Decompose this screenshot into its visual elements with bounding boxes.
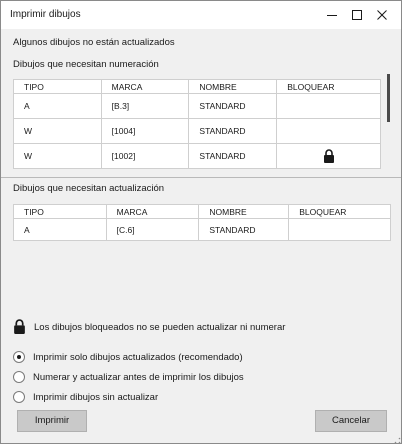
locked-note-text: Los dibujos bloqueados no se pueden actu…: [34, 322, 286, 333]
table-header-row: TIPO MARCA NOMBRE BLOQUEAR: [13, 204, 391, 219]
column-header-nombre[interactable]: NOMBRE: [198, 204, 290, 219]
radio-button[interactable]: [13, 391, 25, 403]
column-header-tipo[interactable]: TIPO: [13, 79, 102, 94]
cell-marca: [1002]: [100, 143, 190, 169]
lock-icon: [323, 149, 334, 163]
cell-nombre: STANDARD: [198, 218, 290, 241]
column-header-marca[interactable]: MARCA: [100, 79, 190, 94]
cell-nombre: STANDARD: [188, 143, 278, 169]
maximize-button[interactable]: [347, 5, 367, 25]
cell-bloquear[interactable]: [276, 143, 381, 169]
numbering-panel: Algunos dibujos no están actualizados Di…: [1, 29, 401, 177]
table-row[interactable]: A [C.6] STANDARD: [13, 218, 391, 241]
outdated-message: Algunos dibujos no están actualizados: [13, 37, 175, 48]
cell-tipo: W: [13, 143, 102, 169]
cell-bloquear[interactable]: [288, 218, 391, 241]
maximize-icon: [352, 10, 362, 20]
updating-section-label: Dibujos que necesitan actualización: [13, 183, 165, 194]
resize-grip-icon[interactable]: [393, 436, 401, 444]
cell-tipo: W: [13, 118, 102, 144]
cell-bloquear[interactable]: [276, 118, 381, 144]
lock-icon: [14, 319, 25, 334]
cell-marca: [1004]: [100, 118, 190, 144]
cell-marca: [B.3]: [100, 93, 190, 119]
numbering-section-label: Dibujos que necesitan numeración: [13, 59, 159, 70]
title-bar[interactable]: Imprimir dibujos: [1, 1, 401, 29]
print-drawings-dialog: Imprimir dibujos Algunos dibujos no está…: [0, 0, 402, 444]
radio-button[interactable]: [13, 351, 25, 363]
scrollbar-thumb[interactable]: [387, 74, 390, 122]
cell-nombre: STANDARD: [188, 93, 278, 119]
minimize-button[interactable]: [322, 5, 342, 25]
column-header-nombre[interactable]: NOMBRE: [188, 79, 278, 94]
close-button[interactable]: [372, 5, 392, 25]
table-row[interactable]: W [1004] STANDARD: [13, 118, 381, 144]
option-label[interactable]: Imprimir dibujos sin actualizar: [33, 392, 158, 403]
column-header-bloquear[interactable]: BLOQUEAR: [288, 204, 391, 219]
close-icon: [377, 10, 387, 20]
column-header-tipo[interactable]: TIPO: [13, 204, 107, 219]
updating-panel: Dibujos que necesitan actualización TIPO…: [1, 177, 401, 444]
cell-bloquear[interactable]: [276, 93, 381, 119]
print-button[interactable]: Imprimir: [17, 410, 87, 432]
option-label[interactable]: Imprimir solo dibujos actualizados (reco…: [33, 352, 243, 363]
window-title: Imprimir dibujos: [10, 9, 81, 20]
option-label[interactable]: Numerar y actualizar antes de imprimir l…: [33, 372, 244, 383]
table-row[interactable]: A [B.3] STANDARD: [13, 93, 381, 119]
column-header-bloquear[interactable]: BLOQUEAR: [276, 79, 381, 94]
table-header-row: TIPO MARCA NOMBRE BLOQUEAR: [13, 79, 381, 94]
cell-nombre: STANDARD: [188, 118, 278, 144]
radio-button[interactable]: [13, 371, 25, 383]
minimize-icon: [327, 15, 337, 16]
updating-table: TIPO MARCA NOMBRE BLOQUEAR A [C.6] STAND…: [13, 204, 391, 241]
table-row[interactable]: W [1002] STANDARD: [13, 143, 381, 169]
cell-tipo: A: [13, 93, 102, 119]
cancel-button[interactable]: Cancelar: [315, 410, 387, 432]
cell-tipo: A: [13, 218, 107, 241]
numbering-table: TIPO MARCA NOMBRE BLOQUEAR A [B.3] STAND…: [13, 79, 381, 169]
column-header-marca[interactable]: MARCA: [105, 204, 200, 219]
cell-marca: [C.6]: [105, 218, 200, 241]
